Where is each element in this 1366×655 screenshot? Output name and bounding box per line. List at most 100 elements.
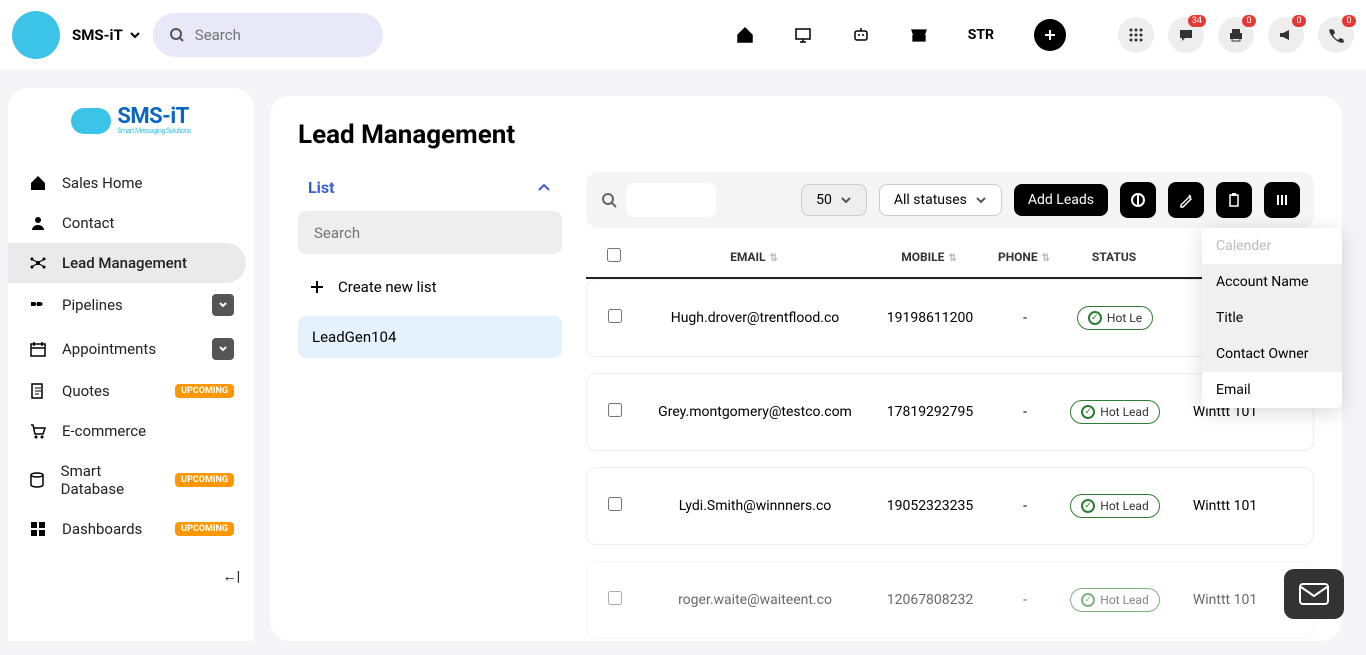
sidebar-item-pipelines[interactable]: Pipelines — [8, 283, 254, 327]
table-search — [600, 183, 716, 217]
home-icon[interactable] — [736, 26, 754, 44]
calendar-icon — [28, 340, 48, 358]
list-search-input[interactable] — [314, 224, 546, 242]
sidebar-item-sales-home[interactable]: Sales Home — [8, 163, 254, 203]
page-title: Lead Management — [298, 120, 1314, 150]
add-leads-button[interactable]: Add Leads — [1014, 184, 1108, 216]
row-checkbox[interactable] — [608, 591, 622, 605]
announce-button[interactable]: 0 — [1268, 17, 1304, 53]
dropdown-item-calender[interactable]: Calender — [1202, 228, 1342, 264]
upcoming-badge: UPCOMING — [175, 522, 234, 536]
sidebar-item-lead-management[interactable]: Lead Management — [8, 243, 246, 283]
dropdown-item-title[interactable]: Title — [1202, 300, 1342, 336]
sidebar-item-label: Sales Home — [62, 174, 143, 192]
split-icon[interactable] — [1120, 182, 1156, 218]
page-size-value: 50 — [816, 192, 832, 208]
chevron-down-icon — [129, 29, 141, 41]
search-icon — [600, 191, 618, 209]
str-link[interactable]: STR — [968, 27, 994, 43]
grid-icon — [28, 520, 48, 538]
sidebar-item-label: Contact — [62, 214, 114, 232]
list-panel: List Create new list LeadGen104 — [298, 172, 562, 655]
list-header[interactable]: List — [298, 172, 562, 211]
clipboard-icon[interactable] — [1216, 182, 1252, 218]
chevron-down-icon[interactable] — [212, 294, 234, 316]
table-search-input[interactable] — [626, 183, 716, 217]
header-phone[interactable]: PHONE — [998, 250, 1038, 264]
sort-icon[interactable]: ⇅ — [948, 253, 956, 264]
edit-icon[interactable] — [1168, 182, 1204, 218]
dropdown-item-account-name[interactable]: Account Name — [1202, 264, 1342, 300]
chat-button[interactable]: 34 — [1168, 17, 1204, 53]
sidebar-item-dashboards[interactable]: Dashboards UPCOMING — [8, 509, 254, 549]
pipeline-icon — [28, 296, 48, 314]
robot-icon[interactable] — [852, 26, 870, 44]
create-list-button[interactable]: Create new list — [298, 268, 562, 306]
row-checkbox[interactable] — [608, 309, 622, 323]
table-row[interactable]: Lydi.Smith@winnners.co 19052323235 - ✓Ho… — [586, 467, 1314, 545]
dropdown-item-email[interactable]: Email — [1202, 372, 1342, 408]
search-icon — [169, 27, 185, 43]
plus-icon — [310, 280, 324, 294]
header-mobile[interactable]: MOBILE — [901, 250, 944, 264]
header-email[interactable]: EMAIL — [730, 250, 765, 264]
app-name-label: SMS-iT — [72, 26, 123, 44]
dropdown-item-contact-owner[interactable]: Contact Owner — [1202, 336, 1342, 372]
add-button[interactable] — [1034, 19, 1066, 51]
page-size-select[interactable]: 50 — [801, 184, 867, 216]
columns-dropdown: Calender Account Name Title Contact Owne… — [1202, 228, 1342, 408]
cell-phone: - — [985, 592, 1065, 608]
sidebar-item-label: E-commerce — [62, 422, 146, 440]
sidebar-item-quotes[interactable]: Quotes UPCOMING — [8, 371, 254, 411]
chevron-down-icon — [840, 194, 852, 206]
app-switcher[interactable]: SMS-iT — [72, 26, 141, 44]
logo[interactable]: SMS-iT Smart Messaging Solutions — [8, 88, 254, 153]
row-checkbox[interactable] — [608, 497, 622, 511]
list-item[interactable]: LeadGen104 — [298, 316, 562, 358]
header-status[interactable]: STATUS — [1092, 250, 1136, 264]
chevron-down-icon[interactable] — [212, 338, 234, 360]
status-badge: ✓Hot Lead — [1070, 588, 1159, 612]
upcoming-badge: UPCOMING — [175, 384, 234, 398]
store-icon[interactable] — [910, 26, 928, 44]
sidebar-item-label: Appointments — [62, 340, 156, 358]
upcoming-badge: UPCOMING — [175, 473, 234, 487]
columns-icon[interactable] — [1264, 182, 1300, 218]
status-filter-select[interactable]: All statuses — [879, 184, 1002, 216]
check-icon: ✓ — [1088, 311, 1102, 325]
chevron-down-icon — [975, 194, 987, 206]
collapse-sidebar-icon[interactable]: ←| — [223, 568, 240, 585]
main-content: Lead Management List Create new list Lea… — [270, 96, 1342, 641]
cell-email: Lydi.Smith@winnners.co — [635, 498, 875, 514]
table-row[interactable]: roger.waite@waiteent.co 12067808232 - ✓H… — [586, 561, 1314, 639]
status-badge: ✓Hot Le — [1077, 306, 1153, 330]
sidebar-item-contact[interactable]: Contact — [8, 203, 254, 243]
desktop-icon[interactable] — [794, 26, 812, 44]
list-header-label: List — [308, 178, 335, 197]
sidebar-item-ecommerce[interactable]: E-commerce — [8, 411, 254, 451]
list-search[interactable] — [298, 211, 562, 254]
sort-icon[interactable]: ⇅ — [1042, 253, 1050, 264]
sidebar: SMS-iT Smart Messaging Solutions Sales H… — [8, 88, 254, 641]
apps-grid-button[interactable] — [1118, 17, 1154, 53]
sidebar-item-smart-database[interactable]: Smart Database UPCOMING — [8, 451, 254, 509]
cell-account: Winttt 101 — [1165, 592, 1285, 608]
cell-mobile: 19052323235 — [875, 498, 985, 514]
row-checkbox[interactable] — [608, 403, 622, 417]
announce-badge: 0 — [1292, 15, 1306, 27]
avatar[interactable] — [12, 11, 60, 59]
cell-phone: - — [985, 310, 1065, 326]
global-search[interactable] — [153, 13, 383, 57]
cell-mobile: 19198611200 — [875, 310, 985, 326]
sort-icon[interactable]: ⇅ — [770, 253, 778, 264]
cell-email: Hugh.drover@trentflood.co — [635, 310, 875, 326]
help-widget[interactable] — [1284, 569, 1344, 619]
cell-account: Winttt 101 — [1165, 498, 1285, 514]
print-button[interactable]: 0 — [1218, 17, 1254, 53]
search-input[interactable] — [195, 26, 367, 44]
sidebar-item-appointments[interactable]: Appointments — [8, 327, 254, 371]
phone-button[interactable]: 0 — [1318, 17, 1354, 53]
table-toolbar: 50 All statuses Add Leads — [586, 172, 1314, 228]
add-leads-label: Add Leads — [1028, 192, 1094, 208]
select-all-checkbox[interactable] — [594, 248, 634, 265]
